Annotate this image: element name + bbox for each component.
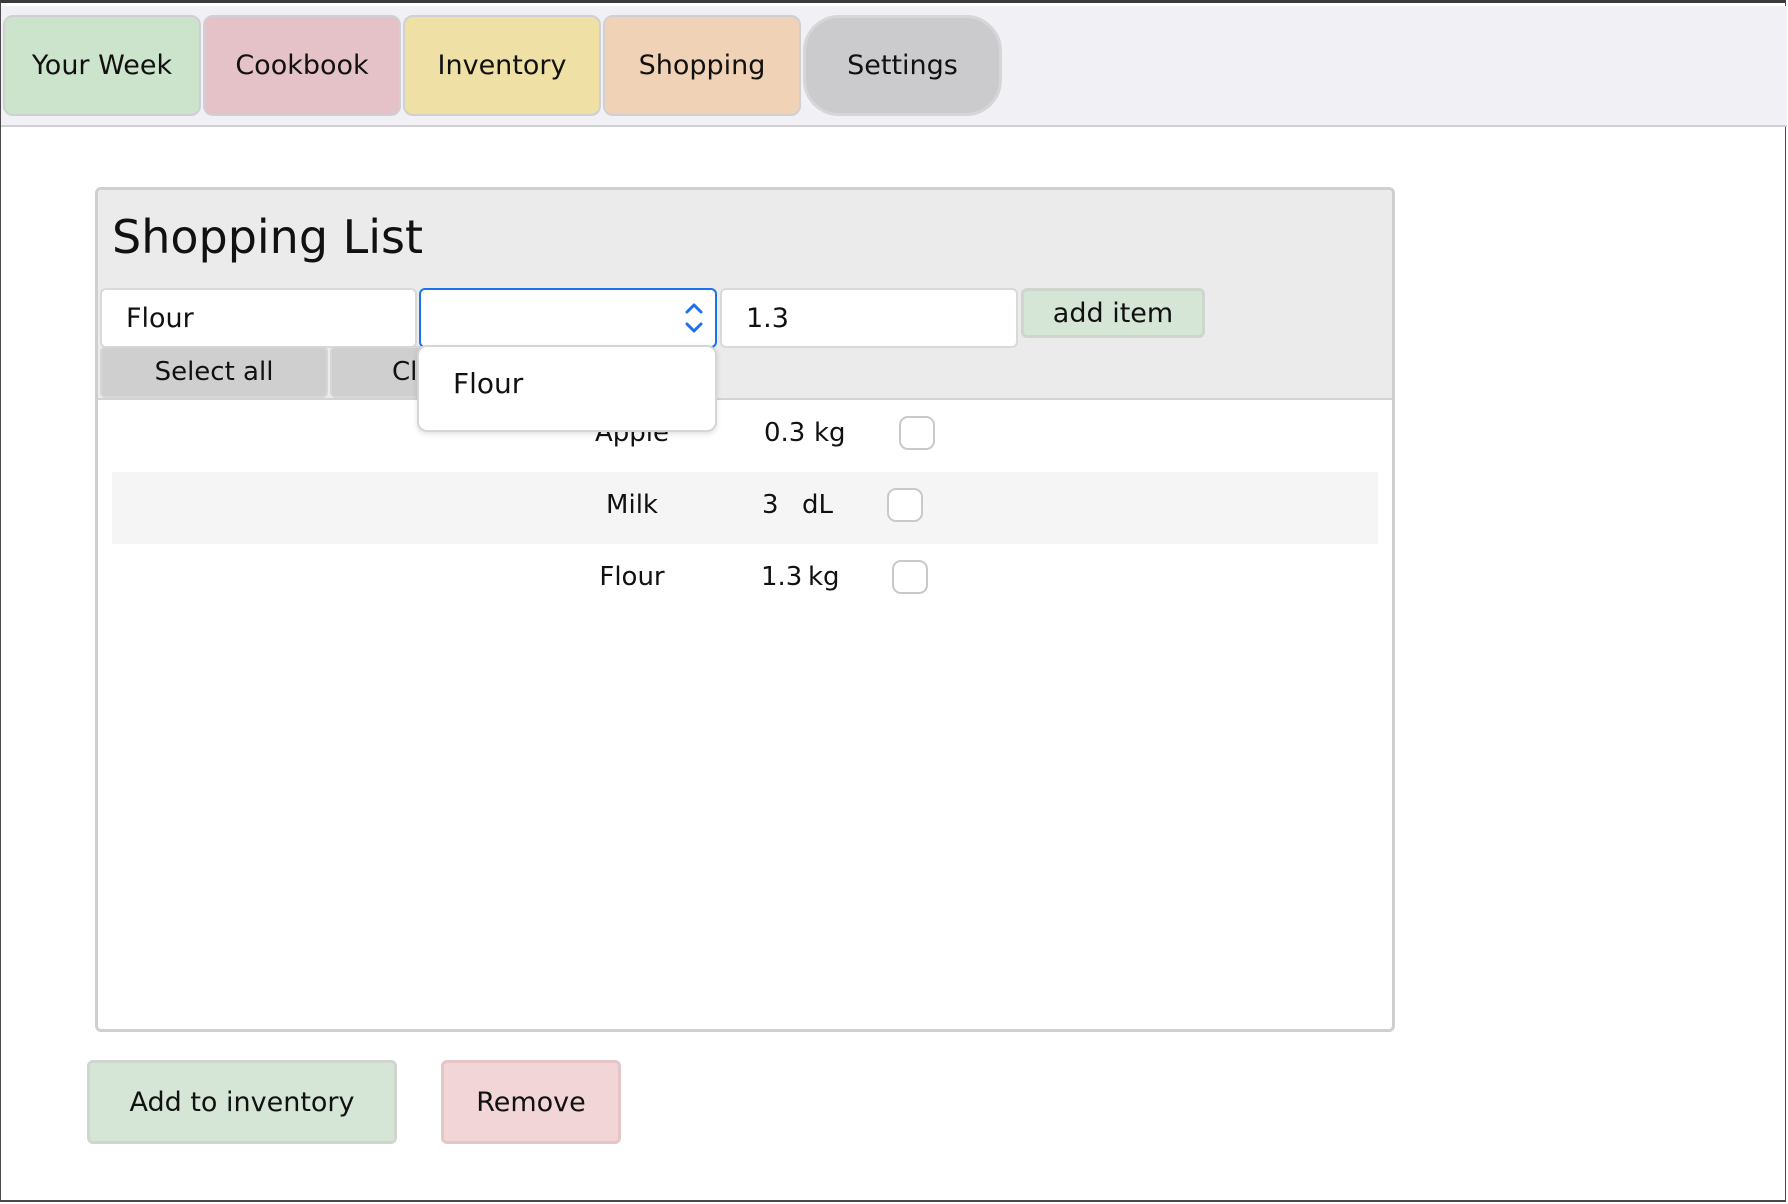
item-checkbox[interactable] — [887, 488, 923, 522]
list-item: Apple 0.3 kg — [112, 400, 1378, 472]
unit-dropdown-menu: Flour — [417, 345, 717, 432]
tab-inventory[interactable]: Inventory — [403, 15, 601, 116]
quantity-input[interactable]: 1.3 — [720, 288, 1018, 348]
dropdown-option-flour[interactable]: Flour — [453, 367, 523, 400]
item-checkbox[interactable] — [892, 560, 928, 594]
item-unit: dL — [802, 490, 833, 520]
add-item-button[interactable]: add item — [1021, 288, 1205, 338]
select-all-button[interactable]: Select all — [100, 346, 328, 398]
item-quantity: 0.3 — [764, 418, 806, 448]
item-name: Flour — [599, 562, 665, 592]
shopping-list-panel: Shopping List Flour 1.3 add item Select … — [95, 187, 1395, 1032]
tab-settings[interactable]: Settings — [803, 15, 1002, 116]
remove-button[interactable]: Remove — [441, 1060, 621, 1144]
add-to-inventory-button[interactable]: Add to inventory — [87, 1060, 397, 1144]
item-quantity: 3 — [762, 490, 779, 520]
item-name-input[interactable]: Flour — [100, 288, 417, 348]
top-navigation-bar: Your Week Cookbook Inventory Shopping Se… — [1, 6, 1787, 127]
quantity-value: 1.3 — [746, 302, 789, 334]
shopping-list-header: Shopping List Flour 1.3 add item Select … — [98, 190, 1392, 400]
item-unit: kg — [808, 562, 840, 592]
app-window: Your Week Cookbook Inventory Shopping Se… — [0, 0, 1787, 1202]
item-checkbox[interactable] — [899, 416, 935, 450]
unit-select[interactable] — [419, 288, 717, 348]
page-title: Shopping List — [112, 210, 424, 264]
tab-cookbook[interactable]: Cookbook — [203, 15, 401, 116]
tab-shopping[interactable]: Shopping — [603, 15, 801, 116]
list-item: Flour 1.3 kg — [112, 544, 1378, 616]
item-name-value: Flour — [126, 302, 194, 334]
tab-your-week[interactable]: Your Week — [3, 15, 201, 116]
item-unit: kg — [814, 418, 846, 448]
chevron-up-down-icon — [683, 298, 705, 338]
item-quantity: 1.3 — [761, 562, 803, 592]
list-item: Milk 3 dL — [112, 472, 1378, 544]
item-name: Milk — [606, 490, 658, 520]
